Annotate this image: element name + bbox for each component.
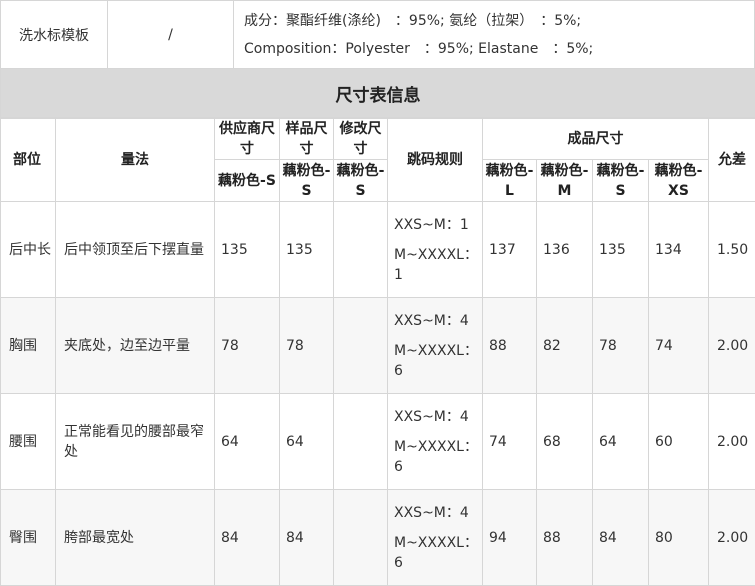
header-modified-sub: 藕粉色-S [334, 160, 388, 202]
grading-rule-line: M~XXXXL：6 [394, 341, 482, 381]
sample-size-cell: 135 [280, 202, 334, 298]
grading-rule-line: XXS~M：4 [394, 407, 482, 427]
finished-s-cell: 64 [593, 394, 649, 490]
finished-m-cell: 82 [537, 298, 593, 394]
wash-label-table: 洗水标模板 / 成分：聚酯纤维(涤纶) ：95%; 氨纶（拉架） ：5%; Co… [0, 0, 755, 69]
section-title: 尺寸表信息 [0, 69, 755, 118]
method-cell: 夹底处，边至边平量 [56, 298, 215, 394]
finished-m-cell: 88 [537, 490, 593, 586]
grading-rule-line: M~XXXXL：6 [394, 437, 482, 477]
finished-l-cell: 74 [483, 394, 537, 490]
part-cell: 后中长 [1, 202, 56, 298]
grading-rule-line: XXS~M：4 [394, 311, 482, 331]
header-modified-size: 修改尺寸 [334, 119, 388, 160]
finished-l-cell: 94 [483, 490, 537, 586]
header-finished-m: 藕粉色-M [537, 160, 593, 202]
finished-l-cell: 137 [483, 202, 537, 298]
supplier-size-cell: 64 [215, 394, 280, 490]
header-tolerance: 允差 [709, 119, 755, 202]
tolerance-cell: 2.00 [709, 394, 755, 490]
tolerance-cell: 2.00 [709, 298, 755, 394]
finished-s-cell: 78 [593, 298, 649, 394]
modified-size-cell [334, 490, 388, 586]
size-chart-table: 部位 量法 供应商尺寸 样品尺寸 修改尺寸 跳码规则 成品尺寸 允差 藕粉色-S… [0, 118, 755, 586]
header-supplier-size: 供应商尺寸 [215, 119, 280, 160]
grading-rule-line: M~XXXXL：6 [394, 533, 482, 573]
method-cell: 正常能看见的腰部最窄处 [56, 394, 215, 490]
grading-rule-line: M~XXXXL：1 [394, 245, 482, 285]
header-sample-sub: 藕粉色-S [280, 160, 334, 202]
finished-xs-cell: 60 [649, 394, 709, 490]
grading-rule-cell: XXS~M：4 M~XXXXL：6 [388, 298, 483, 394]
modified-size-cell [334, 394, 388, 490]
part-cell: 腰围 [1, 394, 56, 490]
header-finished-xs: 藕粉色-XS [649, 160, 709, 202]
finished-s-cell: 84 [593, 490, 649, 586]
composition-cell: 成分：聚酯纤维(涤纶) ：95%; 氨纶（拉架） ：5%; Compositio… [234, 1, 755, 69]
sample-size-cell: 84 [280, 490, 334, 586]
header-finished-l: 藕粉色-L [483, 160, 537, 202]
grading-rule-cell: XXS~M：4 M~XXXXL：6 [388, 394, 483, 490]
supplier-size-cell: 135 [215, 202, 280, 298]
sample-size-cell: 64 [280, 394, 334, 490]
header-sample-size: 样品尺寸 [280, 119, 334, 160]
composition-cn: 成分：聚酯纤维(涤纶) ：95%; 氨纶（拉架） ：5%; [244, 7, 754, 35]
grading-rule-line: XXS~M：1 [394, 215, 482, 235]
header-finished-s: 藕粉色-S [593, 160, 649, 202]
wash-label-title: 洗水标模板 [1, 1, 108, 69]
part-cell: 胸围 [1, 298, 56, 394]
finished-m-cell: 136 [537, 202, 593, 298]
header-supplier-sub: 藕粉色-S [215, 160, 280, 202]
method-cell: 后中领顶至后下摆直量 [56, 202, 215, 298]
grading-rule-cell: XXS~M：1 M~XXXXL：1 [388, 202, 483, 298]
finished-l-cell: 88 [483, 298, 537, 394]
modified-size-cell [334, 202, 388, 298]
grading-rule-line: XXS~M：4 [394, 503, 482, 523]
table-row: 胸围 夹底处，边至边平量 78 78 XXS~M：4 M~XXXXL：6 88 … [1, 298, 755, 394]
tolerance-cell: 1.50 [709, 202, 755, 298]
finished-m-cell: 68 [537, 394, 593, 490]
grading-rule-cell: XXS~M：4 M~XXXXL：6 [388, 490, 483, 586]
finished-s-cell: 135 [593, 202, 649, 298]
modified-size-cell [334, 298, 388, 394]
finished-xs-cell: 134 [649, 202, 709, 298]
composition-en: Composition：Polyester ：95%; Elastane ：5%… [244, 35, 754, 63]
sample-size-cell: 78 [280, 298, 334, 394]
header-grading-rule: 跳码规则 [388, 119, 483, 202]
wash-label-value: / [108, 1, 234, 69]
table-row: 臀围 胯部最宽处 84 84 XXS~M：4 M~XXXXL：6 94 88 8… [1, 490, 755, 586]
table-row: 腰围 正常能看见的腰部最窄处 64 64 XXS~M：4 M~XXXXL：6 7… [1, 394, 755, 490]
finished-xs-cell: 74 [649, 298, 709, 394]
table-row: 后中长 后中领顶至后下摆直量 135 135 XXS~M：1 M~XXXXL：1… [1, 202, 755, 298]
tolerance-cell: 2.00 [709, 490, 755, 586]
supplier-size-cell: 78 [215, 298, 280, 394]
finished-xs-cell: 80 [649, 490, 709, 586]
header-finished-size: 成品尺寸 [483, 119, 709, 160]
supplier-size-cell: 84 [215, 490, 280, 586]
header-method: 量法 [56, 119, 215, 202]
method-cell: 胯部最宽处 [56, 490, 215, 586]
part-cell: 臀围 [1, 490, 56, 586]
header-part: 部位 [1, 119, 56, 202]
